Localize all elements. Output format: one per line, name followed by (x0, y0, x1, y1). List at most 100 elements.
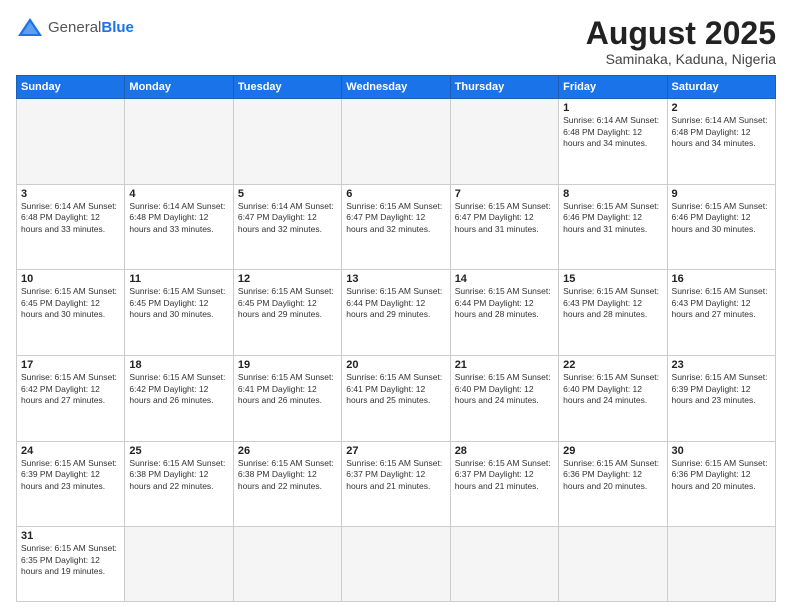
table-row: 30Sunrise: 6:15 AM Sunset: 6:36 PM Dayli… (667, 441, 775, 527)
day-number: 29 (563, 445, 662, 457)
day-info: Sunrise: 6:15 AM Sunset: 6:47 PM Dayligh… (455, 201, 554, 235)
table-row (233, 527, 341, 602)
day-number: 5 (238, 188, 337, 200)
day-number: 3 (21, 188, 120, 200)
day-number: 22 (563, 359, 662, 371)
day-number: 21 (455, 359, 554, 371)
table-row: 28Sunrise: 6:15 AM Sunset: 6:37 PM Dayli… (450, 441, 558, 527)
table-row: 5Sunrise: 6:14 AM Sunset: 6:47 PM Daylig… (233, 184, 341, 270)
day-number: 14 (455, 273, 554, 285)
table-row: 1Sunrise: 6:14 AM Sunset: 6:48 PM Daylig… (559, 99, 667, 185)
day-info: Sunrise: 6:15 AM Sunset: 6:45 PM Dayligh… (238, 286, 337, 320)
header-friday: Friday (559, 76, 667, 99)
day-number: 16 (672, 273, 771, 285)
header-monday: Monday (125, 76, 233, 99)
day-number: 17 (21, 359, 120, 371)
table-row: 21Sunrise: 6:15 AM Sunset: 6:40 PM Dayli… (450, 356, 558, 442)
day-info: Sunrise: 6:15 AM Sunset: 6:43 PM Dayligh… (672, 286, 771, 320)
table-row: 14Sunrise: 6:15 AM Sunset: 6:44 PM Dayli… (450, 270, 558, 356)
table-row: 29Sunrise: 6:15 AM Sunset: 6:36 PM Dayli… (559, 441, 667, 527)
table-row: 8Sunrise: 6:15 AM Sunset: 6:46 PM Daylig… (559, 184, 667, 270)
day-number: 18 (129, 359, 228, 371)
day-number: 25 (129, 445, 228, 457)
calendar-week-row: 17Sunrise: 6:15 AM Sunset: 6:42 PM Dayli… (17, 356, 776, 442)
table-row (342, 99, 450, 185)
day-info: Sunrise: 6:14 AM Sunset: 6:48 PM Dayligh… (21, 201, 120, 235)
table-row (17, 99, 125, 185)
calendar-body: 1Sunrise: 6:14 AM Sunset: 6:48 PM Daylig… (17, 99, 776, 602)
calendar-week-row: 3Sunrise: 6:14 AM Sunset: 6:48 PM Daylig… (17, 184, 776, 270)
table-row (233, 99, 341, 185)
day-number: 26 (238, 445, 337, 457)
day-info: Sunrise: 6:15 AM Sunset: 6:36 PM Dayligh… (563, 458, 662, 492)
table-row: 2Sunrise: 6:14 AM Sunset: 6:48 PM Daylig… (667, 99, 775, 185)
table-row (559, 527, 667, 602)
day-info: Sunrise: 6:14 AM Sunset: 6:48 PM Dayligh… (672, 115, 771, 149)
table-row: 24Sunrise: 6:15 AM Sunset: 6:39 PM Dayli… (17, 441, 125, 527)
calendar-week-row: 24Sunrise: 6:15 AM Sunset: 6:39 PM Dayli… (17, 441, 776, 527)
table-row: 7Sunrise: 6:15 AM Sunset: 6:47 PM Daylig… (450, 184, 558, 270)
day-info: Sunrise: 6:15 AM Sunset: 6:46 PM Dayligh… (672, 201, 771, 235)
title-block: August 2025 Saminaka, Kaduna, Nigeria (586, 16, 776, 67)
day-info: Sunrise: 6:14 AM Sunset: 6:48 PM Dayligh… (563, 115, 662, 149)
table-row: 20Sunrise: 6:15 AM Sunset: 6:41 PM Dayli… (342, 356, 450, 442)
day-info: Sunrise: 6:15 AM Sunset: 6:41 PM Dayligh… (346, 372, 445, 406)
table-row: 25Sunrise: 6:15 AM Sunset: 6:38 PM Dayli… (125, 441, 233, 527)
day-info: Sunrise: 6:15 AM Sunset: 6:40 PM Dayligh… (455, 372, 554, 406)
day-number: 11 (129, 273, 228, 285)
table-row: 13Sunrise: 6:15 AM Sunset: 6:44 PM Dayli… (342, 270, 450, 356)
day-number: 1 (563, 102, 662, 114)
table-row (342, 527, 450, 602)
table-row (450, 527, 558, 602)
day-info: Sunrise: 6:15 AM Sunset: 6:42 PM Dayligh… (129, 372, 228, 406)
day-info: Sunrise: 6:15 AM Sunset: 6:44 PM Dayligh… (455, 286, 554, 320)
day-info: Sunrise: 6:15 AM Sunset: 6:45 PM Dayligh… (21, 286, 120, 320)
day-info: Sunrise: 6:15 AM Sunset: 6:36 PM Dayligh… (672, 458, 771, 492)
table-row (125, 99, 233, 185)
day-number: 6 (346, 188, 445, 200)
header-wednesday: Wednesday (342, 76, 450, 99)
day-info: Sunrise: 6:15 AM Sunset: 6:46 PM Dayligh… (563, 201, 662, 235)
day-info: Sunrise: 6:14 AM Sunset: 6:47 PM Dayligh… (238, 201, 337, 235)
calendar-subtitle: Saminaka, Kaduna, Nigeria (586, 51, 776, 67)
day-number: 23 (672, 359, 771, 371)
table-row: 11Sunrise: 6:15 AM Sunset: 6:45 PM Dayli… (125, 270, 233, 356)
calendar-table: Sunday Monday Tuesday Wednesday Thursday… (16, 75, 776, 602)
table-row: 19Sunrise: 6:15 AM Sunset: 6:41 PM Dayli… (233, 356, 341, 442)
logo-icon (16, 16, 44, 40)
day-info: Sunrise: 6:15 AM Sunset: 6:45 PM Dayligh… (129, 286, 228, 320)
table-row: 26Sunrise: 6:15 AM Sunset: 6:38 PM Dayli… (233, 441, 341, 527)
table-row (667, 527, 775, 602)
header-sunday: Sunday (17, 76, 125, 99)
day-info: Sunrise: 6:15 AM Sunset: 6:38 PM Dayligh… (238, 458, 337, 492)
day-info: Sunrise: 6:15 AM Sunset: 6:42 PM Dayligh… (21, 372, 120, 406)
calendar-week-row: 1Sunrise: 6:14 AM Sunset: 6:48 PM Daylig… (17, 99, 776, 185)
day-number: 13 (346, 273, 445, 285)
day-info: Sunrise: 6:15 AM Sunset: 6:39 PM Dayligh… (21, 458, 120, 492)
day-number: 8 (563, 188, 662, 200)
header-thursday: Thursday (450, 76, 558, 99)
day-info: Sunrise: 6:15 AM Sunset: 6:43 PM Dayligh… (563, 286, 662, 320)
table-row (450, 99, 558, 185)
day-info: Sunrise: 6:14 AM Sunset: 6:48 PM Dayligh… (129, 201, 228, 235)
table-row: 23Sunrise: 6:15 AM Sunset: 6:39 PM Dayli… (667, 356, 775, 442)
day-info: Sunrise: 6:15 AM Sunset: 6:35 PM Dayligh… (21, 543, 120, 577)
header: GeneralBlue August 2025 Saminaka, Kaduna… (16, 16, 776, 67)
logo-general: GeneralBlue (48, 20, 134, 37)
table-row: 12Sunrise: 6:15 AM Sunset: 6:45 PM Dayli… (233, 270, 341, 356)
table-row: 6Sunrise: 6:15 AM Sunset: 6:47 PM Daylig… (342, 184, 450, 270)
table-row: 4Sunrise: 6:14 AM Sunset: 6:48 PM Daylig… (125, 184, 233, 270)
day-number: 30 (672, 445, 771, 457)
day-number: 20 (346, 359, 445, 371)
day-info: Sunrise: 6:15 AM Sunset: 6:38 PM Dayligh… (129, 458, 228, 492)
day-info: Sunrise: 6:15 AM Sunset: 6:47 PM Dayligh… (346, 201, 445, 235)
calendar-title: August 2025 (586, 16, 776, 51)
table-row: 10Sunrise: 6:15 AM Sunset: 6:45 PM Dayli… (17, 270, 125, 356)
table-row: 31Sunrise: 6:15 AM Sunset: 6:35 PM Dayli… (17, 527, 125, 602)
day-info: Sunrise: 6:15 AM Sunset: 6:37 PM Dayligh… (455, 458, 554, 492)
table-row: 27Sunrise: 6:15 AM Sunset: 6:37 PM Dayli… (342, 441, 450, 527)
day-number: 2 (672, 102, 771, 114)
table-row: 17Sunrise: 6:15 AM Sunset: 6:42 PM Dayli… (17, 356, 125, 442)
day-info: Sunrise: 6:15 AM Sunset: 6:40 PM Dayligh… (563, 372, 662, 406)
day-info: Sunrise: 6:15 AM Sunset: 6:44 PM Dayligh… (346, 286, 445, 320)
